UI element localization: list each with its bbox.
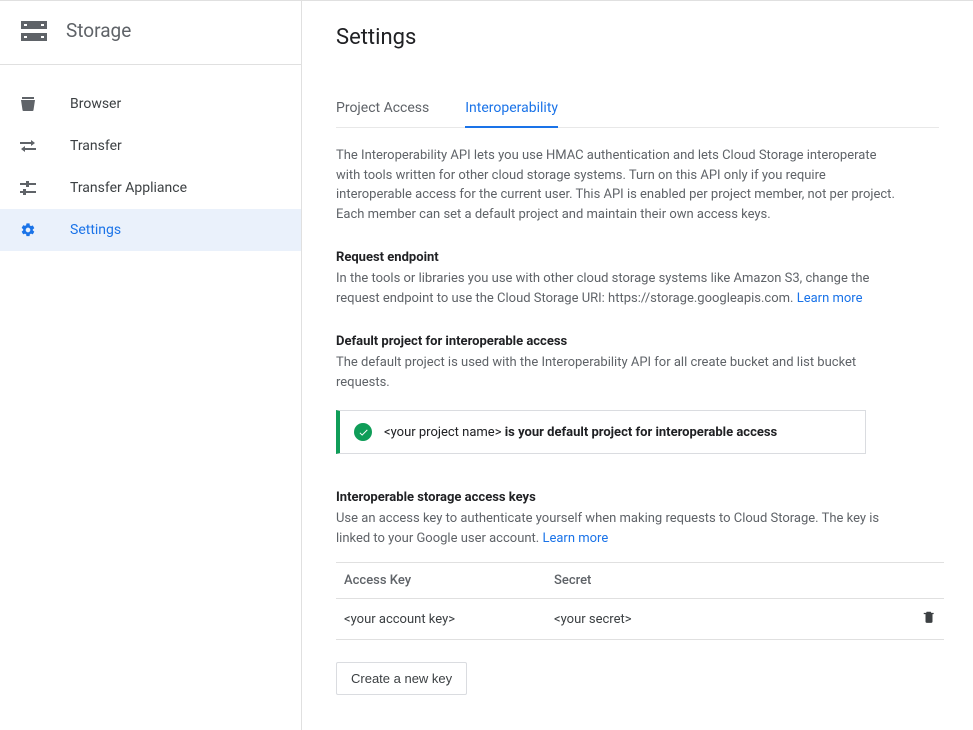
- default-project-info-bold: is your default project for interoperabl…: [505, 425, 778, 440]
- sidebar-item-browser[interactable]: Browser: [0, 83, 301, 125]
- default-project-heading: Default project for interoperable access: [336, 334, 939, 349]
- sidebar-nav: Browser Transfer Transfer Appliance Sett…: [0, 65, 301, 251]
- cell-secret: <your secret>: [554, 612, 906, 627]
- delete-icon[interactable]: [922, 614, 936, 629]
- cell-access-key: <your account key>: [344, 612, 554, 627]
- default-project-info: <your project name> is your default proj…: [336, 410, 866, 454]
- sidebar-item-label: Transfer Appliance: [70, 180, 187, 196]
- storage-icon: [20, 20, 48, 42]
- access-keys-body: Use an access key to authenticate yourse…: [336, 509, 896, 548]
- table-header: Access Key Secret: [336, 563, 944, 599]
- default-project-body: The default project is used with the Int…: [336, 353, 896, 392]
- default-project-name: <your project name>: [384, 425, 505, 440]
- sliders-icon: [20, 181, 48, 195]
- sidebar-header: Storage: [0, 1, 301, 65]
- main-content: Settings Project Access Interoperability…: [302, 1, 973, 730]
- gear-icon: [20, 222, 48, 238]
- access-keys-table: Access Key Secret <your account key> <yo…: [336, 562, 944, 640]
- access-keys-heading: Interoperable storage access keys: [336, 490, 939, 505]
- sidebar: Storage Browser Transfer Transfer Applia…: [0, 1, 302, 730]
- sidebar-item-transfer[interactable]: Transfer: [0, 125, 301, 167]
- request-endpoint-body: In the tools or libraries you use with o…: [336, 269, 896, 308]
- sidebar-item-transfer-appliance[interactable]: Transfer Appliance: [0, 167, 301, 209]
- sidebar-item-settings[interactable]: Settings: [0, 209, 301, 251]
- column-access-key: Access Key: [344, 573, 554, 588]
- request-endpoint-heading: Request endpoint: [336, 250, 939, 265]
- sidebar-item-label: Transfer: [70, 138, 122, 154]
- tabs: Project Access Interoperability: [336, 90, 939, 128]
- check-icon: [354, 423, 372, 441]
- request-endpoint-text: In the tools or libraries you use with o…: [336, 271, 869, 306]
- table-row: <your account key> <your secret>: [336, 599, 944, 639]
- tab-interoperability[interactable]: Interoperability: [465, 90, 558, 128]
- learn-more-link[interactable]: Learn more: [542, 531, 608, 546]
- sidebar-item-label: Browser: [70, 96, 121, 112]
- column-secret: Secret: [554, 573, 906, 588]
- learn-more-link[interactable]: Learn more: [797, 291, 863, 306]
- page-title: Settings: [336, 25, 939, 50]
- transfer-icon: [20, 139, 48, 153]
- sidebar-item-label: Settings: [70, 222, 121, 238]
- default-project-info-text: <your project name> is your default proj…: [384, 425, 777, 440]
- create-key-button[interactable]: Create a new key: [336, 662, 467, 695]
- bucket-icon: [20, 97, 48, 111]
- tab-project-access[interactable]: Project Access: [336, 90, 429, 128]
- sidebar-title: Storage: [66, 19, 131, 42]
- intro-text: The Interoperability API lets you use HM…: [336, 146, 896, 224]
